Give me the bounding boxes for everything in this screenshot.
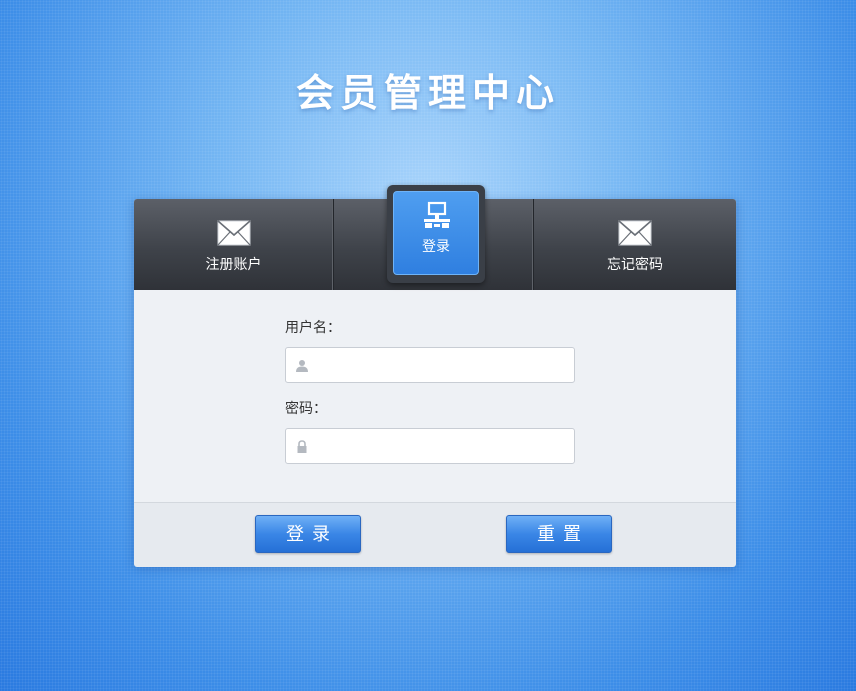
username-field[interactable] — [285, 347, 575, 384]
login-panel: 注册账户 忘记密码 登录 用户名： 密码： 登录 重置 — [134, 185, 736, 567]
reset-button[interactable]: 重置 — [506, 515, 612, 553]
username-input[interactable] — [316, 348, 575, 384]
tab-forgot-label: 忘记密码 — [607, 257, 663, 273]
envelope-icon — [618, 220, 652, 246]
page-title: 会员管理中心 — [295, 71, 560, 115]
username-label: 用户名： — [285, 320, 341, 336]
password-input[interactable] — [316, 429, 575, 465]
tab-forgot-password[interactable]: 忘记密码 — [534, 199, 736, 290]
tab-login-highlight: 登录 — [393, 191, 479, 275]
password-label: 密码： — [285, 401, 327, 417]
password-field[interactable] — [285, 428, 575, 465]
network-icon — [424, 201, 450, 228]
tab-login[interactable]: 登录 — [387, 185, 485, 283]
tab-register[interactable]: 注册账户 — [134, 199, 334, 290]
tab-register-label: 注册账户 — [205, 257, 262, 273]
login-button[interactable]: 登录 — [255, 515, 361, 553]
user-icon — [296, 360, 308, 372]
envelope-icon — [216, 220, 251, 246]
tab-login-label: 登录 — [422, 239, 450, 255]
lock-icon — [297, 440, 307, 453]
form-footer: 登录 重置 — [134, 502, 736, 567]
